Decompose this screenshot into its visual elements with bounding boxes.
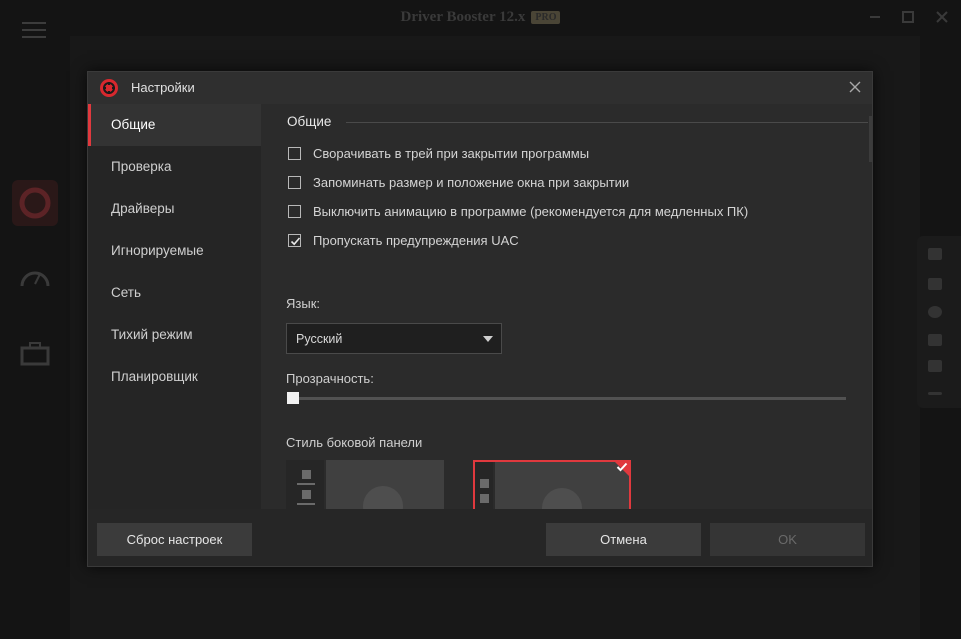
settings-dialog: Настройки Общие Проверка Драйверы Игнори…	[87, 71, 873, 567]
nav-item-silent-mode[interactable]: Тихий режим	[88, 314, 261, 356]
checkbox[interactable]	[288, 175, 301, 189]
option-label: Выключить анимацию в программе (рекоменд…	[313, 203, 749, 219]
sidebar-style-option-2[interactable]	[473, 460, 631, 509]
language-label: Язык:	[286, 296, 320, 311]
nav-item-scheduler[interactable]: Планировщик	[88, 356, 261, 398]
transparency-slider-handle[interactable]	[287, 392, 299, 404]
globe-icon[interactable]	[928, 306, 942, 318]
background-app-title: Driver Booster 12.x PRO	[0, 9, 961, 26]
section-divider	[346, 122, 868, 123]
sidebar-style-option-1[interactable]	[286, 460, 444, 509]
dialog-titlebar: Настройки	[88, 72, 872, 104]
thumb-preview	[326, 460, 444, 509]
toolbox-icon[interactable]	[12, 332, 58, 378]
nav-item-general[interactable]: Общие	[88, 104, 261, 146]
check-icon	[290, 236, 301, 245]
thumb-sidebar	[286, 460, 324, 509]
checkbox[interactable]	[288, 146, 301, 160]
close-icon[interactable]	[848, 80, 862, 94]
background-sidebar	[0, 60, 70, 639]
reset-settings-button[interactable]: Сброс настроек	[97, 523, 252, 556]
app-logo-icon	[100, 79, 118, 97]
transparency-label: Прозрачность:	[286, 371, 374, 386]
option-label: Пропускать предупреждения UAC	[313, 232, 519, 248]
section-title: Общие	[287, 114, 332, 129]
speedometer-icon[interactable]	[12, 256, 58, 302]
dialog-title: Настройки	[131, 80, 195, 95]
option-remember-window[interactable]: Запоминать размер и положение окна при з…	[288, 173, 629, 191]
scrollbar[interactable]	[869, 116, 872, 162]
check-icon	[616, 462, 628, 472]
scan-icon[interactable]	[12, 180, 58, 226]
dialog-footer: Сброс настроек Отмена OK	[88, 509, 872, 566]
close-app-icon[interactable]	[935, 10, 949, 24]
minimize-icon[interactable]	[868, 10, 882, 24]
sidebar-style-label: Стиль боковой панели	[286, 435, 423, 450]
settings-content: Общие Сворачивать в трей при закрытии пр…	[261, 104, 872, 509]
book-icon[interactable]	[928, 334, 942, 346]
nav-item-ignored[interactable]: Игнорируемые	[88, 230, 261, 272]
thumb-sidebar	[475, 462, 493, 509]
cancel-button[interactable]: Отмена	[546, 523, 701, 556]
maximize-icon[interactable]	[901, 10, 915, 24]
nav-item-scan[interactable]: Проверка	[88, 146, 261, 188]
pro-badge: PRO	[531, 11, 561, 25]
nav-item-network[interactable]: Сеть	[88, 272, 261, 314]
nav-item-drivers[interactable]: Драйверы	[88, 188, 261, 230]
option-label: Запоминать размер и положение окна при з…	[313, 174, 630, 190]
settings-nav: Общие Проверка Драйверы Игнорируемые Сет…	[88, 104, 261, 509]
language-value: Русский	[296, 332, 343, 346]
option-label: Сворачивать в трей при закрытии программ…	[313, 145, 590, 161]
language-select[interactable]: Русский	[286, 323, 502, 354]
menu-icon[interactable]	[22, 22, 46, 38]
windows-icon[interactable]	[928, 278, 942, 290]
ok-button[interactable]: OK	[710, 523, 865, 556]
gamepad-icon[interactable]	[928, 360, 942, 372]
option-skip-uac[interactable]: Пропускать предупреждения UAC	[288, 231, 519, 249]
thumb-preview	[495, 462, 629, 509]
chevron-down-icon	[483, 336, 493, 342]
checkbox[interactable]	[288, 204, 301, 218]
checkbox-checked[interactable]	[288, 233, 301, 247]
transparency-slider-track[interactable]	[294, 397, 846, 400]
background-titlebar: Driver Booster 12.x PRO	[0, 0, 961, 36]
option-disable-animation[interactable]: Выключить анимацию в программе (рекоменд…	[288, 202, 748, 220]
chat-icon[interactable]	[928, 248, 942, 260]
more-icon[interactable]	[928, 392, 942, 395]
option-minimize-to-tray[interactable]: Сворачивать в трей при закрытии программ…	[288, 144, 589, 162]
background-right-panel	[917, 236, 961, 408]
